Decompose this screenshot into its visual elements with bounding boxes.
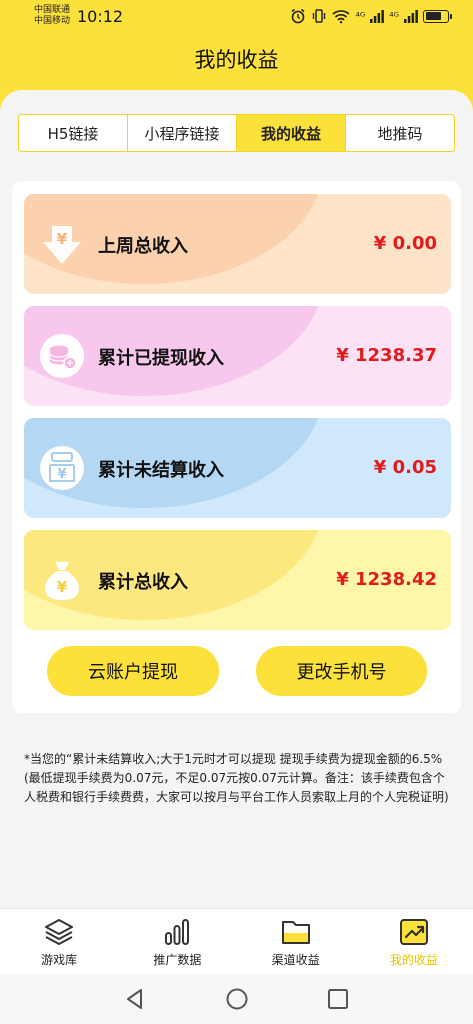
stat-label: 累计总收入: [98, 572, 188, 593]
svg-text:¥: ¥: [57, 230, 68, 248]
stat-card-total: ¥ 累计总收入 ¥ 1238.42: [24, 530, 451, 630]
battery-icon: [423, 9, 452, 23]
svg-text:¥: ¥: [57, 467, 66, 482]
nav-label: 推广数据: [153, 953, 202, 967]
tab-h5-link[interactable]: H5链接: [19, 115, 128, 151]
withdraw-notice: *当您的“累计未结算收入;大于1元时才可以提现 提现手续费为提现金额的6.5%(…: [24, 752, 449, 804]
trend-chart-icon: [399, 919, 428, 945]
vibrate-icon: [313, 9, 326, 23]
carrier-2: 中国移动: [34, 16, 71, 26]
down-arrow-yen-icon: ¥: [43, 226, 81, 264]
nav-item-channel-earnings[interactable]: 渠道收益: [237, 909, 355, 974]
signal-2-icon: [404, 10, 418, 23]
nav-label: 渠道收益: [271, 953, 320, 967]
stat-label: 上周总收入: [98, 236, 188, 257]
back-icon[interactable]: [122, 986, 148, 1012]
page-title: 我的收益: [194, 48, 279, 72]
tab-ground-promo-code[interactable]: 地推码: [346, 115, 454, 151]
signal-1-icon: [370, 10, 385, 23]
nav-item-my-earnings[interactable]: 我的收益: [355, 909, 473, 974]
stat-value: ¥ 1238.37: [336, 345, 437, 366]
segment-tabs: H5链接 小程序链接 我的收益 地推码: [18, 114, 455, 152]
home-icon[interactable]: [224, 986, 250, 1012]
nav-item-game-library[interactable]: 游戏库: [0, 909, 118, 974]
network-type-1: ⁴ᴳ: [355, 9, 366, 23]
tab-mini-program-link[interactable]: 小程序链接: [128, 115, 237, 151]
nav-label: 我的收益: [389, 953, 438, 967]
recent-apps-icon[interactable]: [325, 986, 351, 1012]
system-nav-bar: [0, 974, 473, 1024]
stat-card-last-week: ¥ 上周总收入 ¥ 0.00: [24, 194, 451, 294]
stat-value: ¥ 0.05: [373, 457, 437, 478]
folder-icon: [281, 921, 310, 944]
stat-value: ¥ 0.00: [373, 233, 437, 254]
stat-label: 累计已提现收入: [98, 348, 224, 369]
nav-label: 游戏库: [41, 953, 78, 967]
stat-card-withdrawn: 累计已提现收入 ¥ 1238.37: [24, 306, 451, 406]
bar-chart-icon: [165, 919, 190, 945]
status-time: 10:12: [77, 7, 124, 26]
cloud-account-withdraw-button[interactable]: 云账户提现: [47, 646, 219, 696]
bottom-nav: 游戏库 推广数据 渠道收益 我的收益: [0, 908, 473, 974]
network-type-2: ⁴ᴳ: [389, 9, 399, 23]
status-bar: 中国联通 中国移动 10:12 ⁴ᴳ ⁴ᴳ: [0, 0, 473, 32]
nav-item-promo-data[interactable]: 推广数据: [118, 909, 236, 974]
tab-my-earnings[interactable]: 我的收益: [237, 115, 346, 151]
stat-label: 累计未结算收入: [98, 460, 224, 481]
alarm-icon: [291, 8, 305, 24]
change-phone-button[interactable]: 更改手机号: [256, 646, 427, 696]
svg-text:¥: ¥: [57, 578, 68, 596]
carrier-1: 中国联通: [34, 5, 71, 15]
stat-value: ¥ 1238.42: [336, 569, 437, 590]
coin-stack-plus-icon: [40, 334, 84, 378]
money-bag-yen-icon: ¥: [45, 562, 79, 600]
layers-icon: [45, 919, 74, 945]
carrier-info: 中国联通 中国移动: [34, 5, 70, 27]
stat-card-unsettled: ¥ 累计未结算收入 ¥ 0.05: [24, 418, 451, 518]
yen-document-icon: ¥: [40, 446, 84, 490]
status-icons: ⁴ᴳ ⁴ᴳ: [290, 7, 452, 25]
wifi-icon: [332, 10, 351, 24]
